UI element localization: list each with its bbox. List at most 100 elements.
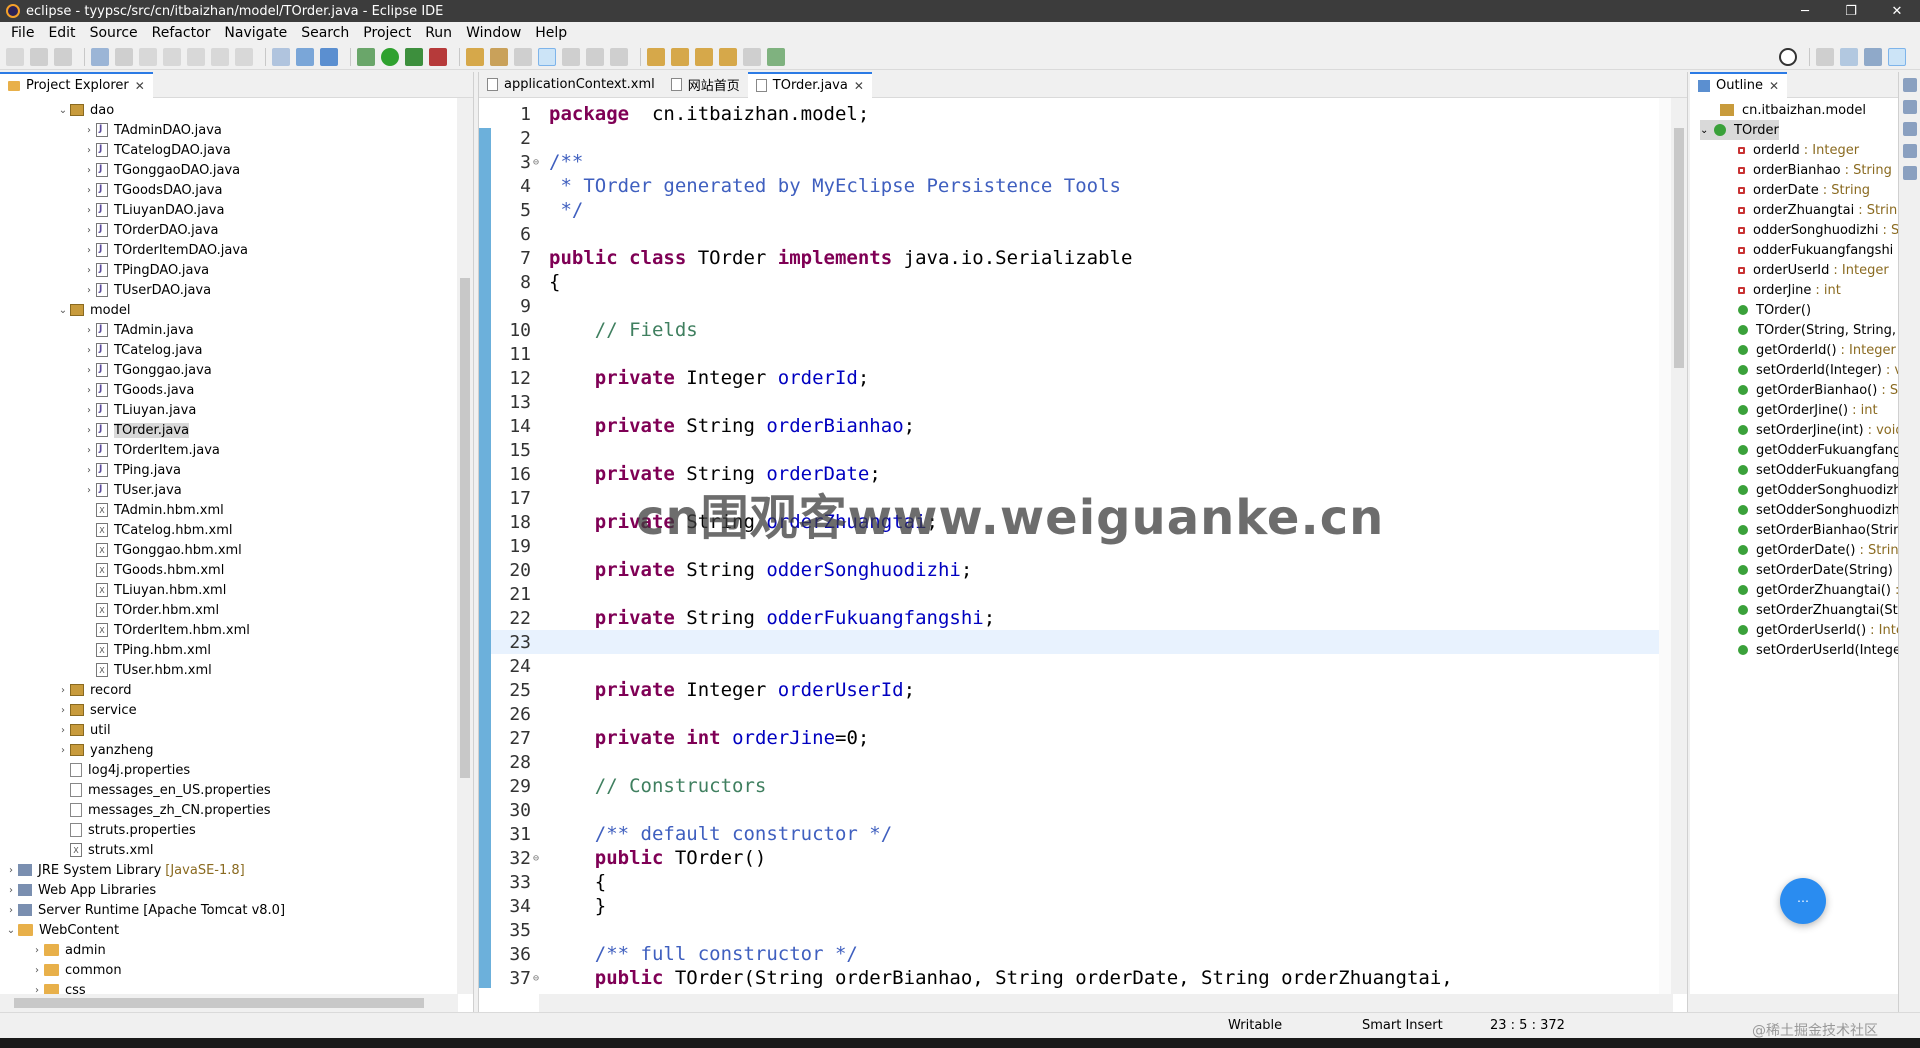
floating-action-button[interactable]: ⋯ [1780, 878, 1826, 924]
outline-item[interactable]: cn.itbaizhan.model [1720, 100, 1866, 120]
servers-icon[interactable] [1902, 166, 1917, 180]
chevron-down-icon[interactable]: ⌄ [56, 105, 70, 116]
chevron-right-icon[interactable]: › [82, 345, 96, 356]
outline-item[interactable]: ⌄ TOrder [1700, 120, 1779, 140]
chevron-right-icon[interactable]: › [82, 285, 96, 296]
outline-item[interactable]: orderBianhao: String [1738, 160, 1892, 180]
code-line[interactable]: 7 public class TOrder implements java.io.… [491, 246, 1659, 270]
menu-source[interactable]: Source [83, 25, 145, 41]
menu-refactor[interactable]: Refactor [145, 25, 218, 41]
code-line[interactable]: 13 [491, 390, 1659, 414]
code-line[interactable]: 4 * TOrder generated by MyEclipse Persis… [491, 174, 1659, 198]
outline-item[interactable]: orderDate: String [1738, 180, 1870, 200]
chevron-right-icon[interactable]: › [82, 205, 96, 216]
java-perspective-icon[interactable] [1888, 47, 1906, 66]
tree-item[interactable]: › common [30, 960, 122, 980]
pin-editor-icon[interactable] [767, 47, 785, 66]
tree-item[interactable]: ⌄ WebContent [4, 920, 119, 940]
chevron-right-icon[interactable]: › [82, 325, 96, 336]
fold-toggle-icon[interactable]: ⊖ [533, 853, 543, 864]
editor-vertical-scrollbar[interactable] [1671, 98, 1687, 994]
code-line[interactable]: 12 private Integer orderId; [491, 366, 1659, 390]
step-into-icon[interactable] [187, 47, 205, 66]
back-icon[interactable] [719, 47, 737, 66]
save-all-icon[interactable] [54, 47, 72, 66]
tab-outline[interactable]: Outline ✕ [1690, 71, 1788, 98]
tree-item[interactable]: › TAdminDAO.java [82, 120, 222, 140]
code-line[interactable]: 23 [491, 630, 1659, 654]
code-line[interactable]: 6 [491, 222, 1659, 246]
outline-item[interactable]: getOrderBianhao(): Str [1738, 380, 1898, 400]
tree-item[interactable]: › css [30, 980, 86, 994]
tree-item[interactable]: › Web App Libraries [4, 880, 156, 900]
menu-help[interactable]: Help [528, 25, 574, 41]
outline-item[interactable]: getOrderId(): Integer [1738, 340, 1896, 360]
last-edit-icon[interactable] [695, 47, 713, 66]
tree-item[interactable]: › TLiuyan.java [82, 400, 196, 420]
open-perspective-icon[interactable] [1816, 47, 1834, 66]
explorer-horizontal-scrollbar[interactable] [0, 994, 458, 1012]
external-tools-icon[interactable] [429, 47, 447, 66]
tree-item[interactable]: › TOrderItemDAO.java [82, 240, 248, 260]
code-line[interactable]: 21 [491, 582, 1659, 606]
disconnect-icon[interactable] [163, 47, 181, 66]
chevron-right-icon[interactable]: › [56, 745, 70, 756]
chevron-right-icon[interactable]: › [56, 705, 70, 716]
tree-item[interactable]: struts.properties [56, 820, 196, 840]
tree-item[interactable]: › TAdmin.java [82, 320, 194, 340]
code-line[interactable]: 24 [491, 654, 1659, 678]
whitespace-icon[interactable] [586, 47, 604, 66]
tree-item[interactable]: › TUser.java [82, 480, 182, 500]
tree-item[interactable]: › service [56, 700, 137, 720]
chevron-down-icon[interactable]: ⌄ [56, 305, 70, 316]
code-line[interactable]: 15 [491, 438, 1659, 462]
open-type-icon[interactable] [115, 47, 133, 66]
chevron-right-icon[interactable]: › [4, 865, 18, 876]
tree-item[interactable]: › record [56, 680, 132, 700]
menu-search[interactable]: Search [294, 25, 356, 41]
task-list-icon[interactable] [1902, 100, 1917, 114]
tree-item[interactable]: › TOrderDAO.java [82, 220, 218, 240]
outline-item[interactable]: getOdderSonghuodizhi [1738, 480, 1898, 500]
code-line[interactable]: 29 // Constructors [491, 774, 1659, 798]
outline-item[interactable]: setOdderSonghuodizhi [1738, 500, 1898, 520]
code-line[interactable]: 27 private int orderJine=0; [491, 726, 1659, 750]
menu-edit[interactable]: Edit [41, 25, 82, 41]
print-icon[interactable] [91, 47, 109, 66]
fold-toggle-icon[interactable]: ⊖ [533, 157, 543, 168]
code-line[interactable]: 36 /** full constructor */ [491, 942, 1659, 966]
outline-item[interactable]: orderUserId: Integer [1738, 260, 1889, 280]
chevron-right-icon[interactable]: › [82, 445, 96, 456]
code-line[interactable]: 20 private String odderSonghuodizhi; [491, 558, 1659, 582]
minimize-button[interactable]: ─ [1782, 0, 1828, 22]
console-icon[interactable] [1902, 122, 1917, 136]
browser-icon[interactable] [320, 47, 338, 66]
chevron-right-icon[interactable]: › [56, 725, 70, 736]
tree-item[interactable]: › TUserDAO.java [82, 280, 211, 300]
run-coverage-icon[interactable] [405, 47, 423, 66]
tree-item[interactable]: X TOrder.hbm.xml [82, 600, 219, 620]
tree-item[interactable]: › JRE System Library [JavaSE-1.8] [4, 860, 245, 880]
code-line[interactable]: 11 [491, 342, 1659, 366]
outline-horizontal-scrollbar[interactable] [1690, 994, 1898, 1012]
tree-item[interactable]: › TGoodsDAO.java [82, 180, 222, 200]
maximize-button[interactable]: ❐ [1828, 0, 1874, 22]
code-line[interactable]: 5 */ [491, 198, 1659, 222]
run-icon[interactable] [381, 47, 399, 66]
previous-annotation-icon[interactable] [671, 47, 689, 66]
outline-item[interactable]: orderJine: int [1738, 280, 1841, 300]
outline-item[interactable]: setOrderJine(int): void [1738, 420, 1898, 440]
outline-item[interactable]: TOrder(String, String, S [1738, 320, 1898, 340]
code-line[interactable]: 25 private Integer orderUserId; [491, 678, 1659, 702]
tree-item[interactable]: X TPing.hbm.xml [82, 640, 211, 660]
editor-tab[interactable]: applicationContext.xml [479, 72, 663, 98]
code-line[interactable]: 34 } [491, 894, 1659, 918]
outline-item[interactable]: getOrderJine(): int [1738, 400, 1878, 420]
tree-item[interactable]: › Server Runtime [Apache Tomcat v8.0] [4, 900, 285, 920]
open-folder-icon[interactable] [466, 47, 484, 66]
chevron-right-icon[interactable]: › [30, 985, 44, 995]
tree-item[interactable]: ⌄ dao [56, 100, 114, 120]
tree-item[interactable]: › util [56, 720, 111, 740]
code-line[interactable]: 14 private String orderBianhao; [491, 414, 1659, 438]
code-line[interactable]: 32 ⊖ public TOrder() [491, 846, 1659, 870]
